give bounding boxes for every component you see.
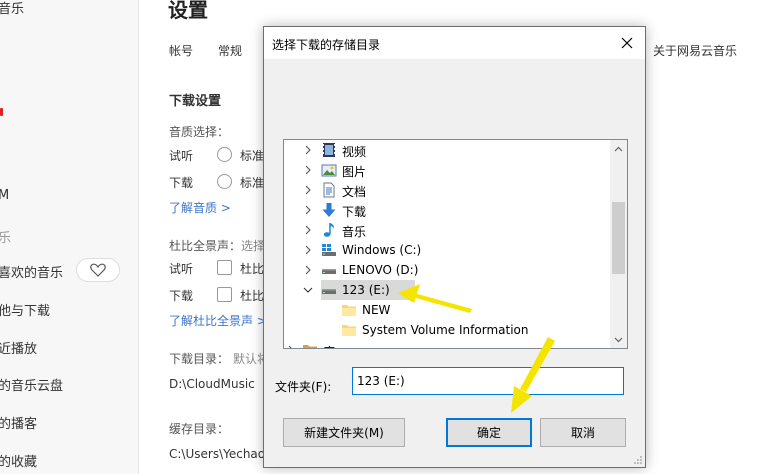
- download-settings-heading: 下载设置: [169, 94, 222, 109]
- download-dir-value: D:\CloudMusic: [169, 377, 255, 391]
- dolby-listen-option: 杜比: [240, 262, 265, 276]
- tree-label: 文档: [342, 185, 367, 199]
- scroll-up-button[interactable]: [610, 140, 627, 157]
- close-icon: [621, 37, 633, 49]
- sidebar-section-label: 乐: [0, 231, 12, 246]
- download-standard-radio[interactable]: [217, 174, 232, 189]
- scrollbar-thumb[interactable]: [612, 202, 625, 274]
- tree-item-folder-svi[interactable]: System Volume Information: [284, 320, 608, 340]
- scroll-down-icon: [614, 337, 623, 342]
- tree-label: 库: [323, 343, 335, 348]
- tree-item-drive-d[interactable]: LENOVO (D:): [284, 260, 608, 280]
- folder-icon: [342, 325, 356, 336]
- dolby-hint: 选择: [241, 239, 266, 253]
- tree-item-drive-c[interactable]: Windows (C:): [284, 240, 608, 260]
- folder-picker-dialog: 选择下载的存储目录 视频 图片 文档 下载 音乐 Windows (C:) LE…: [263, 26, 646, 468]
- resize-grip-icon[interactable]: [633, 455, 643, 465]
- learn-dolby-link[interactable]: 了解杜比全景声 >: [169, 312, 267, 329]
- tab-general[interactable]: 常规: [218, 42, 242, 59]
- listen-label: 试听: [169, 149, 194, 163]
- drive-icon: [322, 269, 336, 274]
- tree-label: 音乐: [342, 225, 367, 239]
- sidebar-item-cloud[interactable]: 的音乐云盘: [0, 375, 63, 394]
- tree-item-pictures[interactable]: 图片: [284, 160, 608, 180]
- sidebar-item-liked[interactable]: 喜欢的音乐: [0, 262, 63, 281]
- heart-icon: [90, 263, 106, 277]
- dolby-listen-label: 试听: [169, 262, 194, 276]
- chevron-down-icon[interactable]: [301, 283, 315, 297]
- dolby-label: 杜比全景声：: [169, 239, 242, 253]
- video-icon: [323, 143, 335, 157]
- ok-button[interactable]: 确定: [446, 418, 532, 447]
- tree-label: NEW: [362, 303, 391, 317]
- heart-mode-button[interactable]: [76, 258, 120, 282]
- folder-icon: [342, 305, 356, 316]
- sidebar-item-podcast[interactable]: 的播客: [0, 413, 37, 432]
- tree-label: System Volume Information: [362, 323, 529, 337]
- notification-dot: [0, 108, 3, 116]
- chevron-right-icon[interactable]: [301, 243, 315, 257]
- chevron-right-icon[interactable]: [301, 263, 315, 277]
- tree-item-downloads[interactable]: 下载: [284, 200, 608, 220]
- chevron-right-icon[interactable]: [301, 143, 315, 157]
- cache-dir-label: 缓存目录：: [169, 422, 230, 436]
- tree-label: LENOVO (D:): [342, 263, 419, 277]
- download-dir-label: 下载目录：: [169, 352, 230, 366]
- picture-icon: [321, 164, 337, 177]
- document-icon: [323, 182, 335, 198]
- tab-about[interactable]: 关于网易云音乐: [653, 42, 737, 59]
- tree-item-music[interactable]: 音乐: [284, 220, 608, 240]
- drive-icon: [322, 289, 336, 294]
- tree-item-videos[interactable]: 视频: [284, 140, 608, 160]
- page-title: 设置: [168, 0, 208, 22]
- listen-standard-radio[interactable]: [217, 147, 232, 162]
- tree-item-folder-new[interactable]: NEW: [284, 300, 608, 320]
- library-icon: [303, 345, 317, 348]
- sidebar-item-fm[interactable]: M: [0, 188, 9, 203]
- scroll-down-button[interactable]: [610, 331, 627, 348]
- music-icon: [323, 223, 334, 237]
- download-icon: [322, 203, 336, 217]
- chevron-right-icon[interactable]: [301, 163, 315, 177]
- cache-dir-value: C:\Users\Yechao\: [169, 447, 270, 461]
- folder-tree[interactable]: 视频 图片 文档 下载 音乐 Windows (C:) LENOVO (D:) …: [283, 139, 628, 349]
- tree-label: 下载: [342, 205, 367, 219]
- dolby-listen-checkbox[interactable]: [217, 260, 232, 275]
- tree-item-documents[interactable]: 文档: [284, 180, 608, 200]
- tree-label: 图片: [342, 165, 367, 179]
- tree-label: 123 (E:): [342, 283, 390, 297]
- learn-quality-link[interactable]: 了解音质 >: [169, 199, 231, 216]
- chevron-right-icon[interactable]: [301, 223, 315, 237]
- windows-drive-icon: [322, 244, 336, 256]
- folder-input[interactable]: [352, 367, 624, 395]
- sidebar-item-local-download[interactable]: 他与下载: [0, 300, 50, 319]
- listen-standard-label: 标准: [240, 149, 265, 163]
- quality-label: 音质选择：: [169, 125, 230, 139]
- chevron-right-icon[interactable]: [284, 343, 298, 349]
- download-label: 下载: [169, 176, 194, 190]
- tree-label: Windows (C:): [342, 243, 422, 257]
- scroll-up-icon: [614, 146, 623, 151]
- tree-label: 视频: [342, 145, 367, 159]
- sidebar-item-recent[interactable]: 近播放: [0, 338, 37, 357]
- chevron-right-icon[interactable]: [301, 203, 315, 217]
- dialog-title: 选择下载的存储目录: [272, 38, 381, 52]
- sidebar: 音乐 M 乐 喜欢的音乐 他与下载 近播放 的音乐云盘 的播客 的收藏: [0, 0, 139, 474]
- dolby-download-option: 杜比: [240, 289, 265, 303]
- tree-item-drive-e[interactable]: 123 (E:): [284, 280, 608, 300]
- close-button[interactable]: [615, 31, 639, 55]
- sidebar-item-music[interactable]: 音乐: [0, 0, 24, 17]
- new-folder-button[interactable]: 新建文件夹(M): [283, 418, 405, 447]
- dolby-download-label: 下载: [169, 289, 194, 303]
- dialog-titlebar[interactable]: 选择下载的存储目录: [264, 27, 645, 59]
- dolby-download-checkbox[interactable]: [217, 287, 232, 302]
- tree-item-libraries[interactable]: 库: [284, 340, 608, 349]
- tree-scrollbar[interactable]: [610, 140, 627, 348]
- folder-field-label: 文件夹(F):: [275, 380, 332, 394]
- tab-account[interactable]: 帐号: [169, 42, 193, 59]
- chevron-right-icon[interactable]: [301, 183, 315, 197]
- cancel-button[interactable]: 取消: [540, 418, 626, 447]
- download-standard-label: 标准: [240, 176, 265, 190]
- sidebar-item-collection[interactable]: 的收藏: [0, 451, 37, 470]
